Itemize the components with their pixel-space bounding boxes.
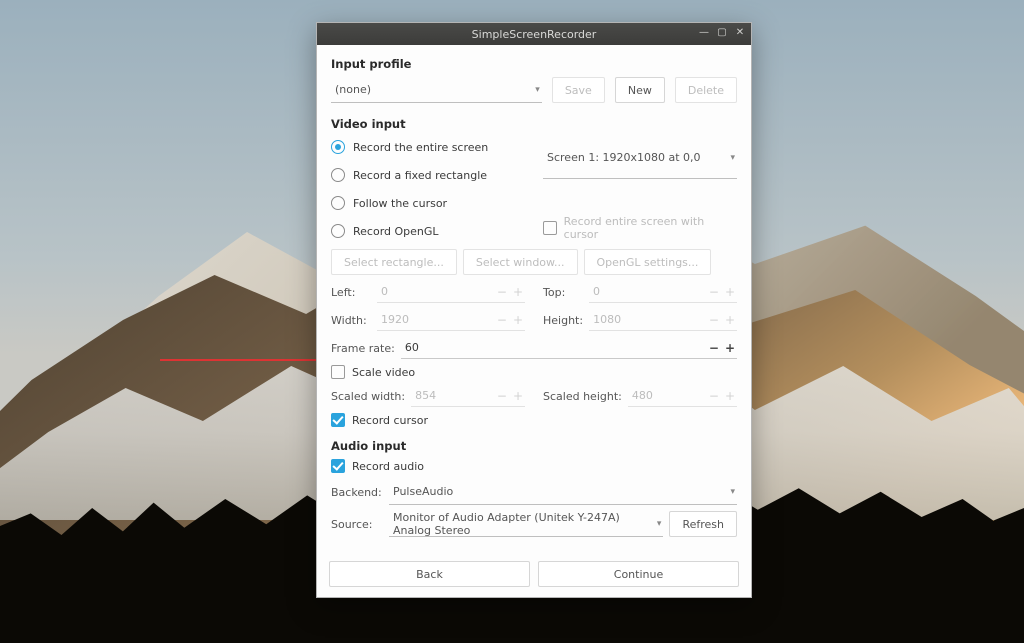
minus-icon: − [497,285,507,299]
radio-label: Record a fixed rectangle [353,169,487,182]
height-label: Height: [543,314,583,327]
radio-opengl[interactable]: Record OpenGL [331,221,525,241]
checkbox-label: Scale video [352,366,415,379]
minus-icon: − [709,389,719,403]
section-audio-input: Audio input [331,439,737,453]
close-icon[interactable]: ✕ [733,26,747,40]
minus-icon: − [709,313,719,327]
opengl-settings-button: OpenGL settings... [584,249,712,275]
radio-icon [331,140,345,154]
checkbox-label: Record audio [352,460,424,473]
window-title: SimpleScreenRecorder [472,28,597,41]
profile-select-value: (none) [335,83,371,96]
plus-icon: + [725,389,735,403]
top-field: 0 −+ [589,281,737,303]
checkbox-label: Record cursor [352,414,428,427]
source-select[interactable]: Monitor of Audio Adapter (Unitek Y-247A)… [389,511,663,537]
section-video-input: Video input [331,117,737,131]
scaled-height-label: Scaled height: [543,390,622,403]
app-window: SimpleScreenRecorder — ▢ ✕ Input profile… [316,22,752,598]
radio-entire-screen[interactable]: Record the entire screen [331,137,525,157]
radio-label: Record OpenGL [353,225,439,238]
scaled-width-field: 854 −+ [411,385,525,407]
checkbox-label: Record entire screen with cursor [564,215,737,241]
titlebar[interactable]: SimpleScreenRecorder — ▢ ✕ [317,23,751,45]
radio-icon [331,168,345,182]
radio-label: Record the entire screen [353,141,488,154]
profile-select[interactable]: (none) ▾ [331,77,542,103]
source-value: Monitor of Audio Adapter (Unitek Y-247A)… [393,511,657,537]
chevron-down-icon: ▾ [730,153,735,163]
select-rectangle-button: Select rectangle... [331,249,457,275]
top-label: Top: [543,286,583,299]
plus-icon: + [513,389,523,403]
back-button[interactable]: Back [329,561,530,587]
radio-label: Follow the cursor [353,197,447,210]
minus-icon: − [709,285,719,299]
height-field: 1080 −+ [589,309,737,331]
checkbox-icon [543,221,557,235]
minus-icon: − [497,313,507,327]
source-label: Source: [331,518,383,531]
minimize-icon[interactable]: — [697,26,711,40]
radio-icon [331,196,345,210]
section-input-profile: Input profile [331,57,737,71]
screen-select-value: Screen 1: 1920x1080 at 0,0 [547,151,701,164]
checkbox-record-cursor[interactable]: Record cursor [331,413,737,427]
radio-follow-cursor[interactable]: Follow the cursor [331,193,525,213]
plus-icon: + [513,313,523,327]
checkbox-icon [331,365,345,379]
screen-select[interactable]: Screen 1: 1920x1080 at 0,0 ▾ [543,137,737,179]
refresh-button[interactable]: Refresh [669,511,737,537]
backend-select[interactable]: PulseAudio ▾ [389,479,737,505]
delete-button: Delete [675,77,737,103]
chevron-down-icon: ▾ [535,85,540,95]
radio-icon [331,224,345,238]
minus-icon[interactable]: − [709,341,719,355]
continue-button[interactable]: Continue [538,561,739,587]
save-button: Save [552,77,605,103]
checkbox-entire-with-cursor: Record entire screen with cursor [543,215,737,241]
framerate-field[interactable]: 60 −+ [401,337,737,359]
maximize-icon[interactable]: ▢ [715,26,729,40]
scaled-height-field: 480 −+ [628,385,737,407]
framerate-label: Frame rate: [331,342,395,355]
checkbox-icon [331,413,345,427]
checkbox-record-audio[interactable]: Record audio [331,459,737,473]
chevron-down-icon: ▾ [730,487,735,497]
plus-icon: + [725,313,735,327]
scaled-width-label: Scaled width: [331,390,405,403]
radio-fixed-rect[interactable]: Record a fixed rectangle [331,165,525,185]
new-button[interactable]: New [615,77,665,103]
backend-label: Backend: [331,486,383,499]
plus-icon: + [725,285,735,299]
minus-icon: − [497,389,507,403]
width-field: 1920 −+ [377,309,525,331]
checkbox-icon [331,459,345,473]
backend-value: PulseAudio [393,485,453,498]
plus-icon[interactable]: + [725,341,735,355]
select-window-button: Select window... [463,249,578,275]
chevron-down-icon: ▾ [657,519,662,529]
left-field: 0 −+ [377,281,525,303]
width-label: Width: [331,314,371,327]
plus-icon: + [513,285,523,299]
checkbox-scale-video[interactable]: Scale video [331,365,737,379]
left-label: Left: [331,286,371,299]
